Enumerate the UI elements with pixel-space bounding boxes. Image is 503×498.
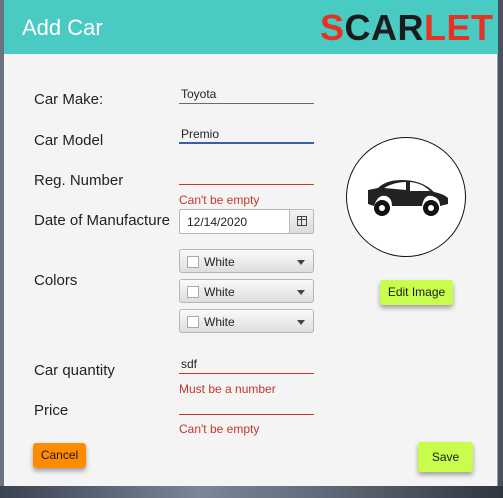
- reg-number-label: Reg. Number: [34, 172, 124, 189]
- color-select-value: White: [204, 285, 235, 299]
- color-select-value: White: [204, 315, 235, 329]
- title-bar: Add Car SCARLET: [4, 0, 498, 54]
- date-value: 12/14/2020: [187, 215, 248, 229]
- car-make-field[interactable]: Toyota: [179, 84, 314, 104]
- car-icon: [368, 180, 448, 216]
- price-label: Price: [34, 402, 69, 419]
- color-checkbox-1[interactable]: [187, 256, 199, 268]
- car-quantity-error: Must be a number: [179, 382, 276, 396]
- chevron-down-icon: [297, 290, 305, 295]
- scarlet-logo: SCARLET: [320, 7, 494, 48]
- calendar-button[interactable]: [289, 210, 313, 233]
- car-model-label: Car Model: [34, 132, 104, 149]
- colors-label: Colors: [34, 272, 78, 289]
- window-title: Add Car: [22, 15, 103, 40]
- save-button[interactable]: Save: [418, 442, 473, 472]
- price-field[interactable]: [179, 395, 314, 415]
- car-quantity-label: Car quantity: [34, 362, 115, 379]
- date-picker[interactable]: 12/14/2020: [179, 209, 314, 234]
- chevron-down-icon: [297, 320, 305, 325]
- chevron-down-icon: [297, 260, 305, 265]
- car-image-frame: [346, 137, 466, 257]
- color-checkbox-2[interactable]: [187, 286, 199, 298]
- background-desktop: [0, 486, 503, 498]
- reg-number-error: Can't be empty: [179, 193, 260, 207]
- reg-number-field[interactable]: [179, 165, 314, 185]
- color-checkbox-3[interactable]: [187, 316, 199, 328]
- date-label: Date of Manufacture: [34, 212, 170, 229]
- car-quantity-field[interactable]: sdf: [179, 354, 314, 374]
- cancel-button[interactable]: Cancel: [33, 443, 86, 468]
- edit-image-button[interactable]: Edit Image: [380, 280, 453, 305]
- price-error: Can't be empty: [179, 422, 260, 436]
- add-car-dialog: Add Car SCARLET Car Make: Toyota Car Mod…: [4, 0, 498, 486]
- calendar-icon: [297, 216, 307, 226]
- color-select-1[interactable]: White: [179, 249, 314, 273]
- color-select-value: White: [204, 255, 235, 269]
- car-make-label: Car Make:: [34, 91, 104, 108]
- car-model-field[interactable]: Premio: [179, 124, 314, 144]
- color-select-2[interactable]: White: [179, 279, 314, 303]
- color-select-3[interactable]: White: [179, 309, 314, 333]
